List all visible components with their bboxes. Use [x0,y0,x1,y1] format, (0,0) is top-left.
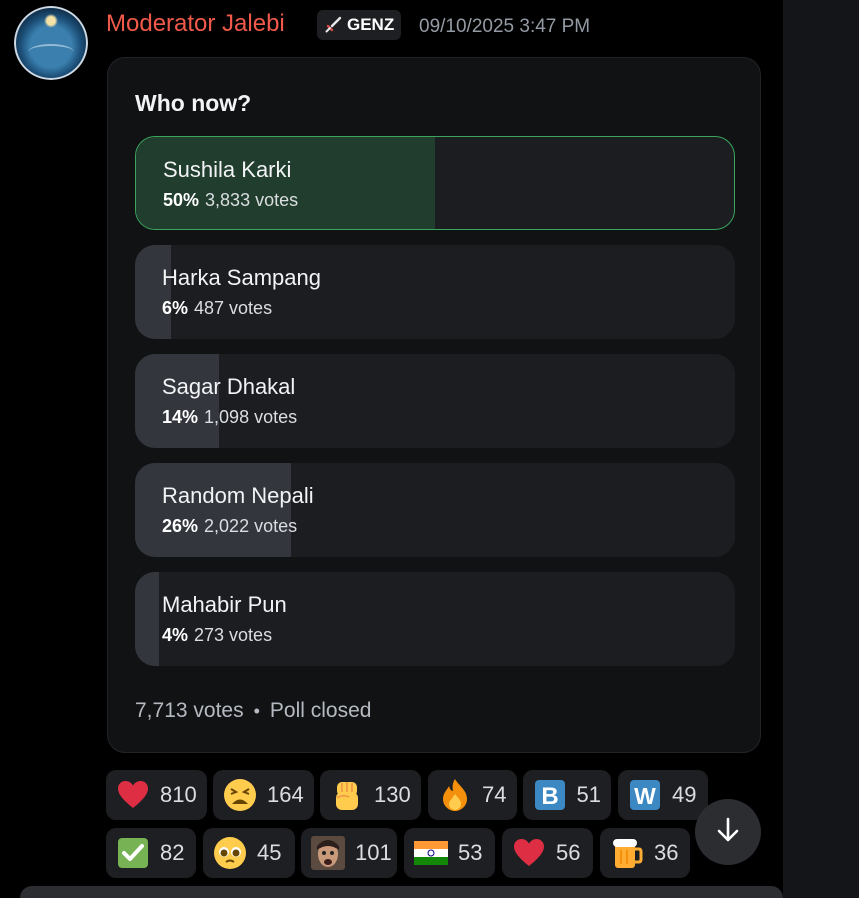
timestamp[interactable]: 09/10/2025 3:47 PM [419,16,590,38]
reaction-red-heart[interactable]: 56 [502,828,593,878]
reaction-pleading-face[interactable]: 45 [203,828,295,878]
reaction-count: 810 [160,782,197,807]
poll-option[interactable]: Random Nepali 26% 2,022 votes [135,463,735,557]
poll-option[interactable]: Mahabir Pun 4% 273 votes [135,572,735,666]
reaction-letter-w[interactable]: W 49 [618,770,708,820]
poll-option-label: Random Nepali [162,483,314,508]
poll-status: Poll closed [269,699,372,722]
sword-icon [324,16,342,34]
reaction-count: 51 [576,782,601,807]
red-heart-icon [512,836,546,870]
reaction-count: 101 [355,840,392,865]
reaction-count: 36 [654,840,679,865]
reaction-fire[interactable]: 74 [428,770,517,820]
avatar[interactable] [14,6,88,80]
poll-option-label: Sushila Karki [163,157,292,182]
check-mark-icon [116,836,150,870]
reaction-red-heart[interactable]: 810 [106,770,207,820]
poll-card: Who now? Sushila Karki 50% 3,833 votes Ha… [107,57,761,753]
poll-option-votes: 3,833 votes [205,190,299,210]
poll-option-label: Mahabir Pun [162,592,287,617]
poll-footer: 7,713 votes • Poll closed [135,699,371,723]
guild-tag-label: GENZ [347,15,395,34]
red-heart-icon [116,778,150,812]
poll-option-stats: 4% 273 votes [162,625,272,646]
reaction-count: 74 [482,782,507,807]
svg-text:B: B [541,783,558,810]
poll-total-votes[interactable]: 7,713 votes [135,699,244,723]
reaction-raised-fist[interactable]: 130 [320,770,421,820]
poll-option-label: Harka Sampang [162,265,321,290]
svg-text:W: W [634,783,656,809]
poll-option[interactable]: Sagar Dhakal 14% 1,098 votes [135,354,735,448]
poll-option-votes: 1,098 votes [204,407,298,427]
author-name[interactable]: Moderator Jalebi [106,10,285,38]
poll-option-percent: 26% [162,516,199,536]
letter-w-icon: W [628,778,662,812]
reaction-count: 49 [672,782,697,807]
poll-option-bar [135,572,159,666]
poll-option-votes: 273 votes [194,625,273,645]
reaction-count: 53 [458,840,483,865]
poll-option-bar [135,354,219,448]
poll-option-bar [136,137,435,229]
poll-option-percent: 50% [163,190,200,210]
guild-tag[interactable]: GENZ [317,10,402,40]
custom-face-icon [311,836,345,870]
next-message-edge [20,886,783,898]
poll-option-percent: 4% [162,625,189,645]
reaction-letter-b[interactable]: B 51 [523,770,611,820]
poll-option[interactable]: Harka Sampang 6% 487 votes [135,245,735,339]
reaction-count: 130 [374,782,411,807]
fire-icon [438,778,472,812]
poll-option-stats: 26% 2,022 votes [162,516,297,537]
reaction-count: 45 [257,840,282,865]
reaction-india-flag[interactable]: 53 [404,828,495,878]
reaction-custom-face[interactable]: 101 [301,828,397,878]
reaction-count: 164 [267,782,304,807]
reaction-tired-face[interactable]: 164 [213,770,314,820]
poll-option-stats: 14% 1,098 votes [162,407,297,428]
reaction-count: 82 [160,840,185,865]
poll-option-bar [135,463,291,557]
poll-option-label: Sagar Dhakal [162,374,296,399]
poll-option-stats: 50% 3,833 votes [163,190,298,211]
reaction-check-mark[interactable]: 82 [106,828,196,878]
arrow-down-icon [714,816,742,849]
jump-to-bottom-button[interactable] [695,799,761,865]
letter-b-icon: B [533,778,567,812]
poll-option-votes: 2,022 votes [204,516,298,536]
avatar-landscape [28,44,74,60]
poll-option-bar [135,245,171,339]
poll-option[interactable]: Sushila Karki 50% 3,833 votes [135,136,735,230]
pleading-face-icon [213,836,247,870]
tired-face-icon [223,778,257,812]
india-flag-icon [414,836,448,870]
scrollbar-track[interactable] [783,0,859,898]
reaction-count: 56 [556,840,581,865]
beer-mug-icon [610,836,644,870]
discord-message-view: Moderator Jalebi GENZ 09/10/2025 3:47 PM… [0,0,859,898]
reaction-beer-mug[interactable]: 36 [600,828,690,878]
poll-question: Who now? [135,90,252,116]
poll-option-stats: 6% 487 votes [162,298,272,319]
poll-option-percent: 14% [162,407,199,427]
separator-dot: • [253,700,260,721]
raised-fist-icon [330,778,364,812]
poll-option-percent: 6% [162,298,189,318]
poll-option-votes: 487 votes [194,298,273,318]
